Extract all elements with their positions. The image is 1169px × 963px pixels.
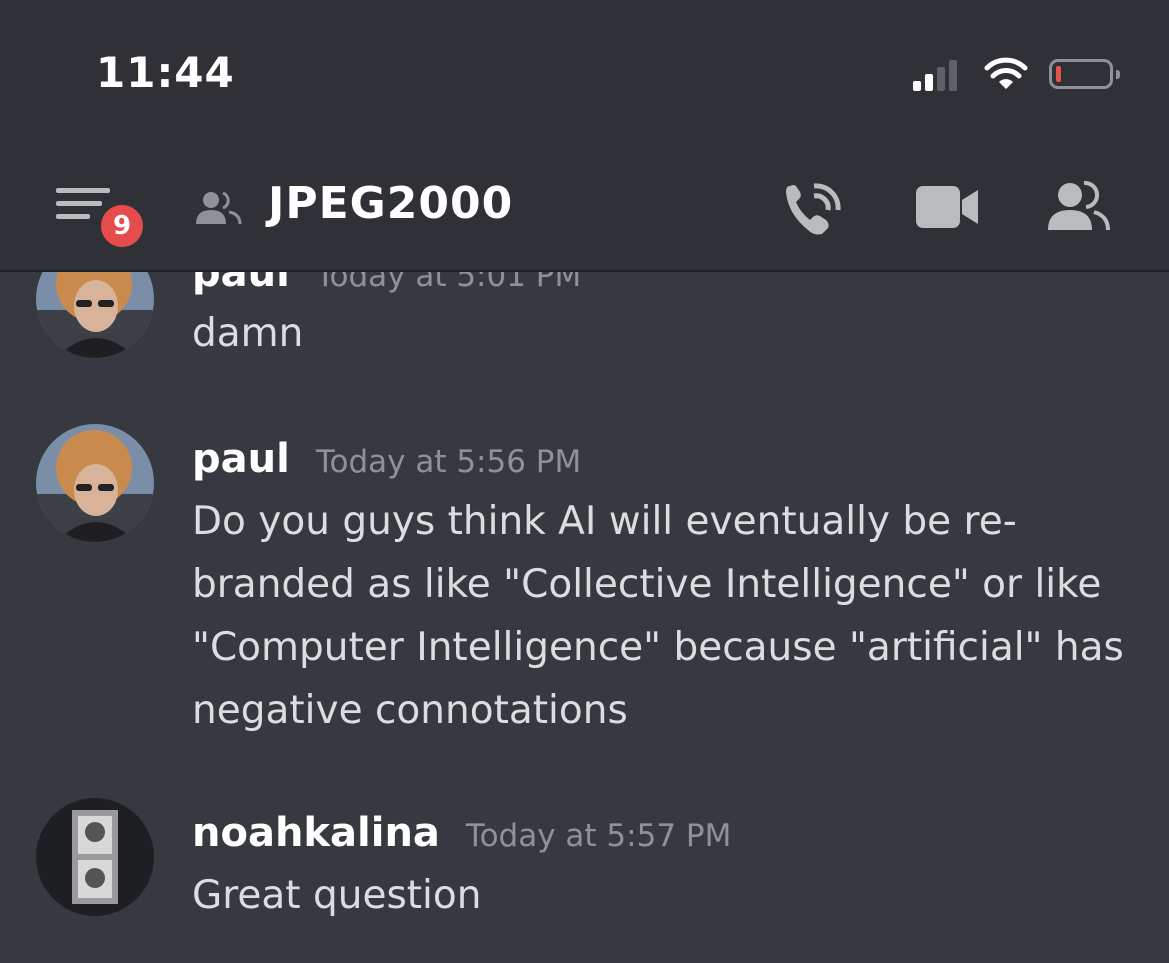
unread-badge: 9 <box>96 200 148 252</box>
message-timestamp: Today at 5:01 PM <box>315 272 582 294</box>
message-author[interactable]: paul <box>192 272 290 296</box>
members-icon[interactable] <box>1046 180 1110 232</box>
message-list[interactable]: paul Today at 5:01 PM damn paul Today at… <box>0 272 1169 963</box>
avatar-paul[interactable] <box>36 424 154 542</box>
message-content: Do you guys think AI will eventually be … <box>192 499 1124 733</box>
discord-chat-screen: paul Today at 5:01 PM damn paul Today at… <box>0 0 1169 963</box>
group-dm-icon <box>196 191 242 225</box>
message-timestamp: Today at 5:56 PM <box>315 444 582 480</box>
video-camera-icon[interactable] <box>916 186 978 228</box>
message-author[interactable]: paul <box>192 436 290 482</box>
channel-title[interactable]: JPEG2000 <box>268 178 513 229</box>
menu-button[interactable]: 9 <box>52 182 152 252</box>
phone-call-icon[interactable] <box>782 180 844 238</box>
message-content: Great question <box>192 873 482 918</box>
avatar-noahkalina[interactable] <box>36 798 154 916</box>
battery-low-icon <box>1049 59 1120 89</box>
message-author[interactable]: noahkalina <box>192 810 440 856</box>
message-content: damn <box>192 311 304 356</box>
message-timestamp: Today at 5:57 PM <box>465 818 732 854</box>
top-bar: 11:44 9 JPEG2000 <box>0 0 1169 272</box>
avatar-paul[interactable] <box>36 272 154 358</box>
status-time: 11:44 <box>96 48 235 97</box>
wifi-icon <box>984 57 1028 89</box>
cellular-signal-icon <box>913 57 961 91</box>
status-icons <box>913 54 1120 94</box>
